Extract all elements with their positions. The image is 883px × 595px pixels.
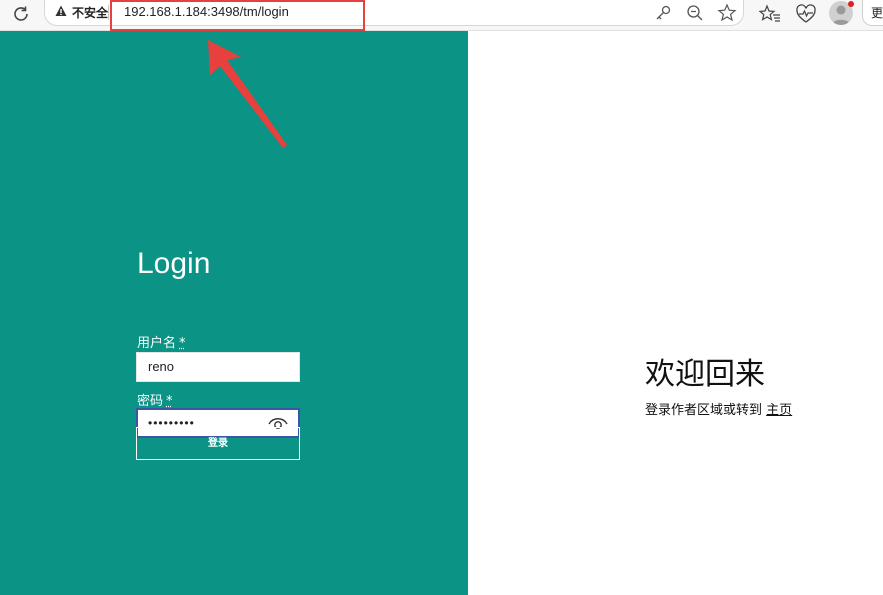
key-icon[interactable]	[653, 3, 673, 23]
more-menu-button[interactable]: 更	[862, 0, 883, 26]
required-mark: *	[179, 336, 186, 351]
address-bar[interactable]: 不安全 192.168.1.184:3498/tm/login	[44, 0, 744, 26]
security-label[interactable]: 不安全	[72, 4, 108, 21]
username-input[interactable]: reno	[136, 352, 300, 382]
login-panel	[0, 31, 468, 595]
password-label: 密码 *	[137, 390, 173, 409]
reload-icon[interactable]	[10, 3, 32, 25]
username-value: reno	[148, 359, 174, 374]
required-mark: *	[166, 394, 173, 409]
home-link[interactable]: 主页	[766, 403, 792, 418]
login-submit-button[interactable]: 登录	[136, 427, 300, 460]
favorites-list-icon[interactable]	[759, 3, 781, 25]
zoom-out-icon[interactable]	[685, 3, 705, 23]
browser-toolbar: 不安全 192.168.1.184:3498/tm/login 更	[0, 0, 883, 31]
url-text[interactable]: 192.168.1.184:3498/tm/login	[124, 4, 289, 19]
warning-icon[interactable]	[55, 5, 67, 17]
favorite-star-icon[interactable]	[717, 3, 737, 23]
username-label-text: 用户名	[137, 336, 176, 351]
notification-dot	[848, 1, 854, 7]
welcome-subtitle-text: 登录作者区域或转到	[645, 403, 762, 418]
login-title: Login	[137, 247, 210, 281]
welcome-title: 欢迎回来	[645, 349, 765, 393]
browser-health-icon[interactable]	[795, 3, 817, 25]
address-separator	[108, 5, 109, 20]
username-label: 用户名 *	[137, 332, 186, 351]
password-label-text: 密码	[137, 394, 163, 409]
welcome-subtitle: 登录作者区域或转到 主页	[645, 399, 792, 418]
